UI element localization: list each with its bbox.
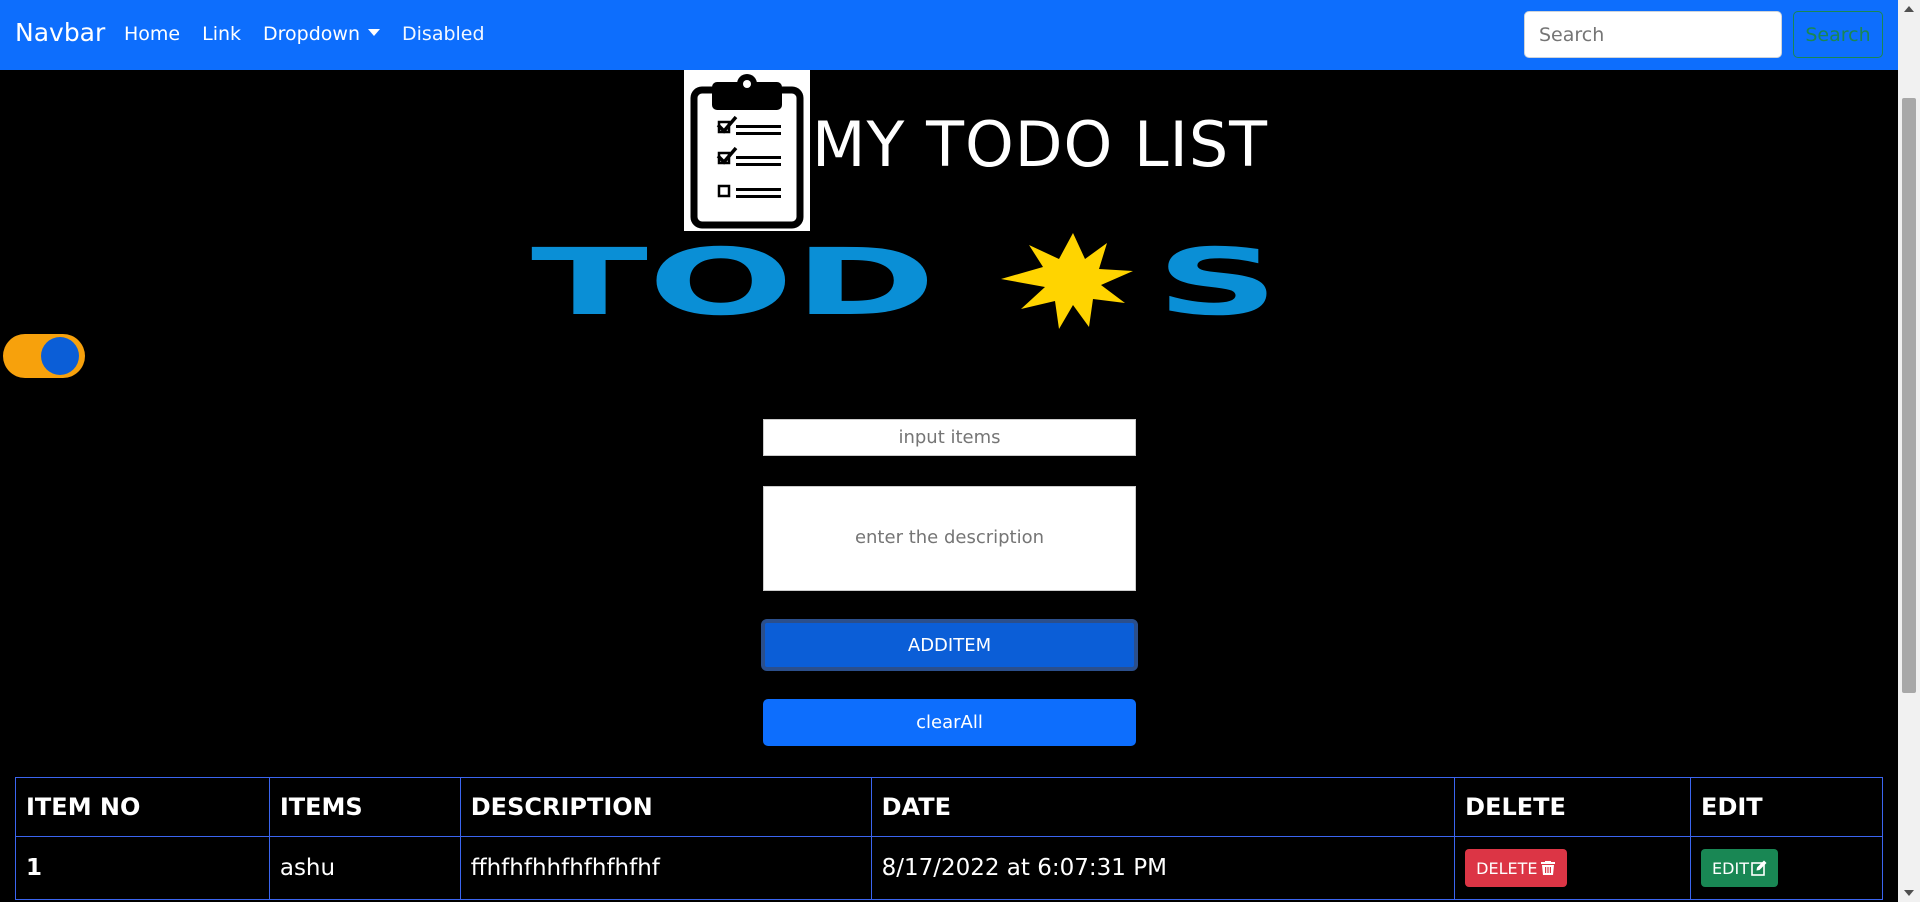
description-input[interactable] [763,486,1136,591]
logo-text-left: TOD [531,232,936,332]
cell-delete: DELETE [1454,836,1692,900]
nav-link-link[interactable]: Link [202,23,241,45]
edit-button[interactable]: EDIT [1701,849,1778,887]
header-edit: EDIT [1690,777,1883,837]
nav-link-home[interactable]: Home [124,23,180,45]
trash-icon [1540,861,1555,875]
add-item-button[interactable]: ADDITEM [761,619,1138,671]
todo-table: ITEM NO ITEMS DESCRIPTION DATE DELETE ED… [15,777,1883,900]
table-row: 1 ashu ffhfhfhhfhfhfhfhf 8/17/2022 at 6:… [15,836,1883,900]
edit-label: EDIT [1712,858,1749,878]
scroll-thumb[interactable] [1902,98,1916,693]
clear-all-button[interactable]: clearAll [763,699,1136,746]
page-scrollbar[interactable] [1898,0,1920,902]
cell-date: 8/17/2022 at 6:07:31 PM [870,836,1456,900]
caret-down-icon [368,29,381,36]
logo-text-right: S [1156,232,1279,332]
sun-icon [1001,233,1133,329]
nav-links: Home Link Dropdown Disabled [124,23,507,45]
clipboard-checklist-icon [684,70,810,231]
navbar-brand[interactable]: Navbar [15,18,105,47]
todos-logo: TOD S [531,229,1279,336]
header-item-no: ITEM NO [15,777,270,837]
cell-item: ashu [268,836,461,900]
search-input[interactable] [1524,11,1782,58]
nav-link-disabled: Disabled [402,23,485,45]
nav-dropdown-label: Dropdown [263,23,361,45]
nav-dropdown[interactable]: Dropdown [263,23,381,45]
header-description: DESCRIPTION [459,777,872,837]
toggle-knob [41,337,79,375]
scroll-up-arrow-icon[interactable] [1904,6,1914,12]
pencil-square-icon [1751,860,1767,876]
table-header-row: ITEM NO ITEMS DESCRIPTION DATE DELETE ED… [15,777,1883,837]
theme-toggle[interactable] [3,334,85,378]
delete-button[interactable]: DELETE [1465,849,1567,887]
navbar: Navbar Home Link Dropdown Disabled Searc… [0,0,1898,70]
header-delete: DELETE [1454,777,1692,837]
search-button[interactable]: Search [1793,11,1883,58]
cell-item-no: 1 [15,836,270,900]
header-date: DATE [870,777,1456,837]
item-input[interactable] [763,419,1136,456]
cell-edit: EDIT [1690,836,1883,900]
page-title: MY TODO LIST [812,108,1269,181]
scroll-down-arrow-icon[interactable] [1904,890,1914,896]
delete-label: DELETE [1476,858,1538,878]
header-items: ITEMS [268,777,461,837]
cell-description: ffhfhfhhfhfhfhfhf [459,836,872,900]
